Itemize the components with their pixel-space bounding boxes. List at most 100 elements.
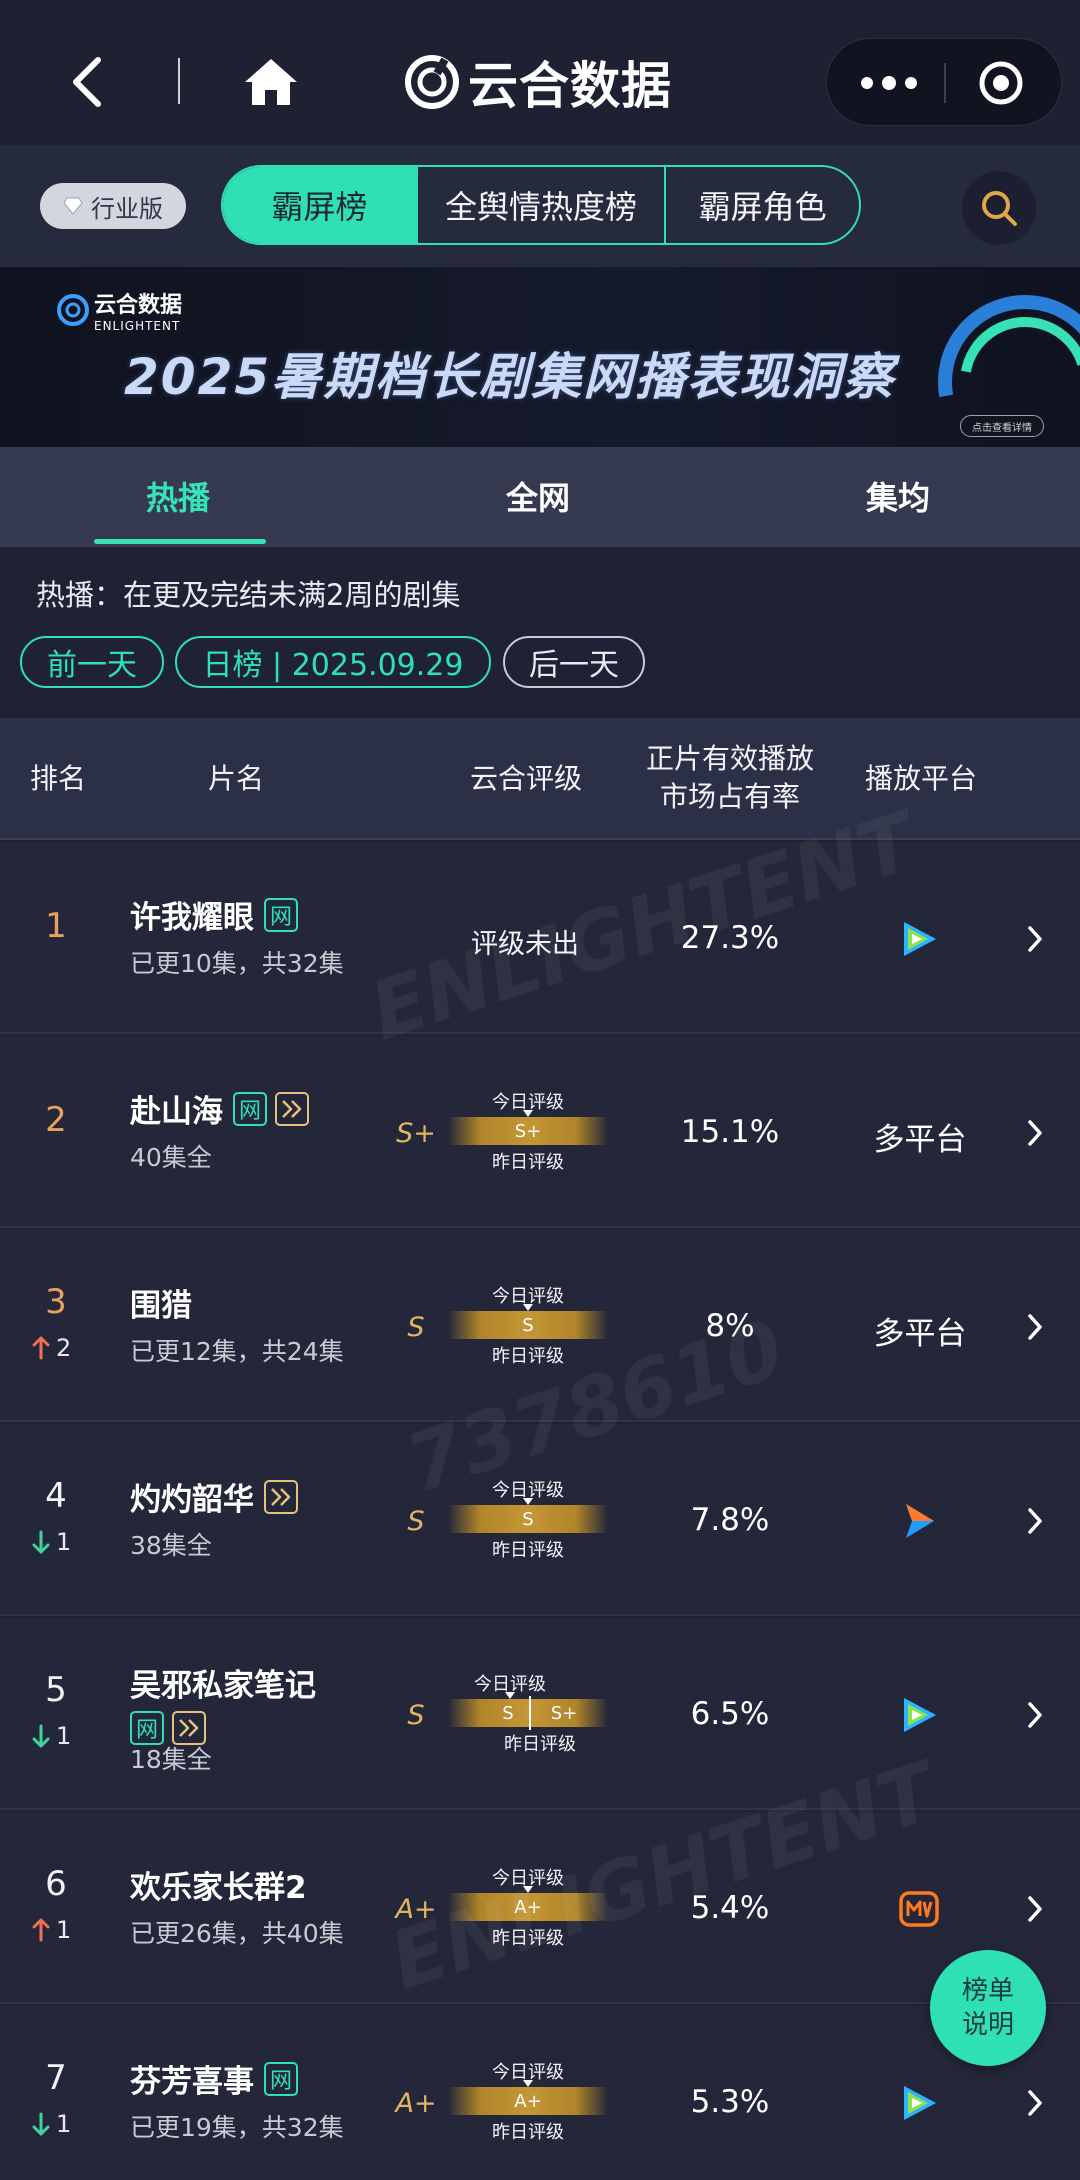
grade-letter: A+ [395, 2088, 437, 2119]
ranking-type-bar: 行业版 霸屏榜 全舆情热度榜 霸屏角色 [0, 145, 1080, 267]
today-grade-value: S [522, 1314, 534, 1336]
episode-status: 已更10集，共32集 [130, 949, 344, 978]
fast-forward-tag-icon [275, 1091, 309, 1126]
rank-trend: 1 [32, 1528, 92, 1556]
episode-status: 38集全 [130, 1531, 212, 1560]
rank-number: 5 [45, 1670, 67, 1710]
list-info-line1: 榜单 [961, 1976, 1014, 2006]
episode-status: 已更26集，共40集 [130, 1919, 344, 1948]
chevron-right-icon[interactable] [1026, 2088, 1044, 2118]
rank-number: 7 [45, 2058, 67, 2098]
table-row[interactable]: 2 赴山海网 40集全 S+ 今日评级 S+ 昨日评级 15.1% 多平台 [0, 1036, 1080, 1228]
web-drama-tag: 网 [233, 1091, 267, 1126]
today-grade-value: S [502, 1702, 514, 1724]
rank-change: 1 [56, 1528, 72, 1556]
table-row[interactable]: 1 许我耀眼网已更10集，共32集 评级未出 27.3% [0, 842, 1080, 1034]
drama-title-group: 围猎 [130, 1280, 390, 1325]
table-row[interactable]: 4 1 灼灼韶华 38集全 S 今日评级 S 昨日评级 7.8% [0, 1424, 1080, 1616]
rank-number: 2 [45, 1100, 67, 1140]
more-dots-icon[interactable] [857, 69, 921, 97]
drama-title[interactable]: 吴邪私家笔记 [130, 1660, 316, 1705]
table-row[interactable]: 7 1 芬芳喜事网已更19集，共32集 A+ 今日评级 A+ 昨日评级 5.3% [0, 2006, 1080, 2180]
mini-program-capsule [826, 38, 1062, 126]
promo-banner[interactable]: 云合数据 ENLIGHTENT 2025暑期档长剧集网播表现洞察 点击查看详情 [0, 267, 1080, 447]
chevron-left-icon[interactable] [68, 54, 108, 110]
header-platform: 播放平台 [864, 762, 977, 795]
mango-tv-icon [899, 1891, 939, 1927]
youku-icon [906, 1504, 934, 1538]
grade-gauge: 今日评级 A+ 昨日评级 [448, 2058, 608, 2143]
yesterday-grade-label: 昨日评级 [492, 1928, 564, 1949]
arrow-up-icon [32, 1918, 50, 1942]
table-row[interactable]: 3 2 围猎 已更12集，共24集 S 今日评级 S 昨日评级 8% 多平台 [0, 1230, 1080, 1422]
yesterday-grade-label: 昨日评级 [492, 2122, 564, 2143]
edition-badge[interactable]: 行业版 [40, 183, 186, 229]
market-share: 8% [705, 1308, 755, 1344]
chevron-right-icon[interactable] [1026, 1312, 1044, 1342]
drama-title-group: 芬芳喜事网 [130, 2056, 390, 2101]
tencent-video-icon [904, 1698, 936, 1732]
active-tab-indicator [94, 539, 266, 544]
tab-public-opinion[interactable]: 全舆情热度榜 [418, 167, 667, 243]
rank-number: 3 [45, 1282, 67, 1322]
tab-screen-dominance[interactable]: 霸屏榜 [223, 167, 418, 243]
rank-trend: 1 [32, 2110, 92, 2138]
yunhe-logo-icon [57, 294, 89, 326]
list-info-button[interactable]: 榜单 说明 [930, 1950, 1046, 2066]
chevron-right-icon[interactable] [1026, 1894, 1044, 1924]
tencent-video-icon [904, 922, 936, 956]
target-icon[interactable] [977, 59, 1025, 107]
rank-number: 6 [45, 1864, 67, 1904]
header-grade: 云合评级 [469, 762, 582, 795]
market-share: 5.4% [690, 1890, 770, 1926]
header-share-line2: 市场占有率 [659, 780, 800, 813]
drama-title[interactable]: 灼灼韶华 [130, 1474, 254, 1519]
chevron-right-icon[interactable] [1026, 1506, 1044, 1536]
top-nav-bar: 云合数据 [0, 0, 1080, 145]
home-icon[interactable] [242, 56, 300, 108]
drama-title[interactable]: 围猎 [130, 1280, 192, 1325]
today-marker-icon [523, 1304, 533, 1311]
next-day-button[interactable]: 后一天 [503, 636, 645, 688]
date-picker[interactable]: 日榜 | 2025.09.29 [175, 636, 491, 688]
search-button[interactable] [962, 171, 1036, 245]
subtab-all-network[interactable]: 全网 [506, 473, 570, 519]
table-row[interactable]: 6 1 欢乐家长群2 已更26集，共40集 A+ 今日评级 A+ 昨日评级 5.4% [0, 1812, 1080, 2004]
today-marker-icon [523, 1886, 533, 1893]
chevron-right-icon[interactable] [1026, 924, 1044, 954]
drama-title[interactable]: 芬芳喜事 [130, 2056, 254, 2101]
subtab-hot[interactable]: 热播 [146, 473, 210, 519]
search-icon [982, 191, 1017, 226]
chevron-right-icon[interactable] [1026, 1118, 1044, 1148]
sub-tabs: 热播 全网 集均 [0, 447, 1080, 547]
chevron-right-icon[interactable] [1026, 1700, 1044, 1730]
drama-title[interactable]: 许我耀眼 [130, 892, 254, 937]
yesterday-grade-label: 昨日评级 [504, 1734, 576, 1755]
drama-title[interactable]: 赴山海 [130, 1086, 223, 1131]
episode-status: 已更12集，共24集 [130, 1337, 344, 1366]
banner-title: 2025暑期档长剧集网播表现洞察 [124, 348, 896, 406]
web-drama-tag: 网 [264, 897, 298, 932]
grade-letter: S [407, 1312, 425, 1343]
yesterday-grade-label: 昨日评级 [492, 1152, 564, 1173]
subtab-per-episode[interactable]: 集均 [866, 473, 930, 519]
rank-number: 1 [45, 906, 67, 946]
grade-letter: A+ [395, 1894, 437, 1925]
banner-logo-cn: 云合数据 [94, 293, 183, 318]
rank-change: 1 [56, 2110, 72, 2138]
prev-day-button[interactable]: 前一天 [20, 636, 164, 688]
nav-divider [178, 58, 180, 104]
drama-title[interactable]: 欢乐家长群2 [130, 1862, 307, 1907]
banner-logo: 云合数据 ENLIGHTENT [56, 287, 182, 333]
list-info-line2: 说明 [961, 2010, 1014, 2040]
rank-trend: 2 [32, 1334, 92, 1362]
capsule-divider [944, 63, 946, 103]
market-share: 15.1% [680, 1114, 780, 1150]
banner-detail-button[interactable]: 点击查看详情 [960, 415, 1044, 437]
tab-dominant-roles[interactable]: 霸屏角色 [666, 167, 859, 243]
tencent-video-icon [904, 2086, 936, 2120]
table-row[interactable]: 5 1 吴邪私家笔记网 18集全 S 今日评级 S S+ 昨日评级 6.5% [0, 1618, 1080, 1810]
today-grade-value: S+ [514, 1120, 542, 1142]
episode-status: 40集全 [130, 1143, 212, 1172]
market-share: 27.3% [680, 920, 780, 956]
